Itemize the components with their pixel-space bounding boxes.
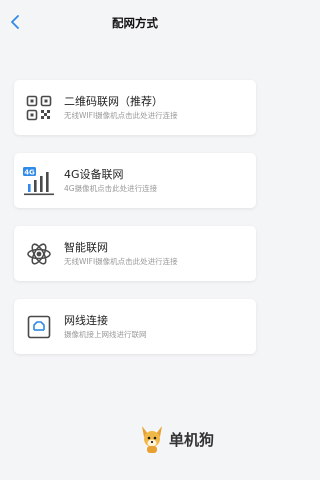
- dog-mascot-icon: [142, 426, 162, 453]
- option-title: 4G设备联网: [64, 167, 124, 181]
- header: 配网方式: [0, 8, 270, 38]
- chevron-left-icon: [11, 15, 19, 29]
- 4g-badge-text: 4G: [24, 168, 35, 176]
- option-title: 网线连接: [64, 313, 108, 327]
- option-ethernet[interactable]: 网线连接 摄像机接上网线进行联网: [14, 299, 256, 354]
- option-smart[interactable]: 智能联网 无线WIFI摄像机点击此处进行连接: [14, 226, 256, 281]
- status-bar: [0, 0, 270, 8]
- option-4g[interactable]: 4G 4G设备联网 4G摄像机点击此处进行连接: [14, 153, 256, 208]
- option-subtitle: 无线WIFI摄像机点击此处进行连接: [64, 256, 178, 266]
- option-title: 智能联网: [64, 240, 108, 254]
- 4g-signal-icon: 4G: [14, 153, 64, 208]
- watermark-text: 单机狗: [169, 430, 215, 449]
- option-subtitle: 无线WIFI摄像机点击此处进行连接: [64, 110, 178, 120]
- page-title: 配网方式: [112, 16, 158, 30]
- back-button[interactable]: [4, 11, 26, 33]
- ethernet-icon: [14, 299, 64, 354]
- atom-icon: [14, 226, 64, 281]
- option-title: 二维码联网（推荐）: [64, 94, 163, 108]
- option-qr-code[interactable]: 二维码联网（推荐） 无线WIFI摄像机点击此处进行连接: [14, 80, 256, 135]
- option-list: 二维码联网（推荐） 无线WIFI摄像机点击此处进行连接 4G 4G设备联网 4G…: [0, 38, 270, 354]
- option-subtitle: 摄像机接上网线进行联网: [64, 329, 147, 339]
- watermark: 单机狗: [138, 424, 214, 454]
- option-subtitle: 4G摄像机点击此处进行连接: [64, 183, 158, 193]
- qr-code-icon: [14, 80, 64, 135]
